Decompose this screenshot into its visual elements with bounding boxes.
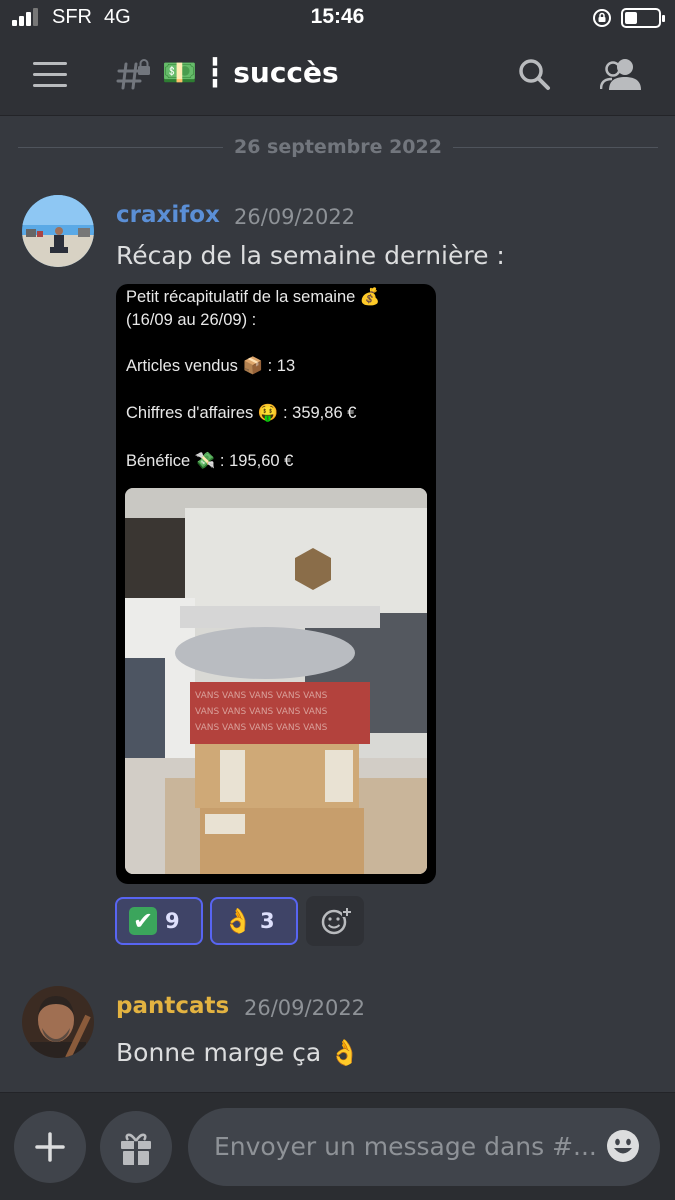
reaction-count: 3 [260, 909, 275, 933]
battery-icon [621, 8, 665, 28]
search-icon[interactable] [516, 56, 552, 92]
attachment-line: Chiffres d'affaires 🤑 : 359,86 € [126, 404, 357, 422]
attachment-line: Articles vendus 📦 : 13 [126, 357, 296, 375]
check-mark-icon: ✔ [129, 907, 157, 935]
boxes-photo: VANS VANS VANS VANS VANS VANS VANS VANS … [125, 488, 427, 874]
add-reaction-button[interactable] [306, 896, 364, 946]
message-timestamp: 26/09/2022 [244, 996, 366, 1020]
message-input-placeholder: Envoyer un message dans #... [214, 1132, 597, 1161]
message-text: Bonne marge ça 👌 [116, 1038, 361, 1067]
clock: 15:46 [310, 5, 365, 28]
locked-hash-icon [116, 59, 150, 90]
image-attachment[interactable]: Petit récapitulatif de la semaine 💰 (16/… [116, 284, 436, 884]
date-divider-label: 26 septembre 2022 [224, 136, 452, 158]
gift-button[interactable] [100, 1111, 172, 1183]
username-craxifox[interactable]: craxifox [116, 202, 220, 228]
avatar-craxifox[interactable] [22, 195, 94, 267]
status-bar: SFR 4G 15:46 [0, 0, 675, 38]
channel-title: 💵 ┇ succès [162, 56, 339, 89]
reaction-check[interactable]: ✔ 9 [115, 897, 203, 945]
ok-hand-icon: 👌 [223, 907, 253, 935]
avatar-pantcats[interactable] [22, 986, 94, 1058]
reaction-count: 9 [165, 909, 180, 933]
rotation-lock-icon [593, 9, 611, 27]
plus-icon [35, 1132, 65, 1162]
attachment-line: Bénéfice 💸 : 195,60 € [126, 452, 294, 470]
date-divider: 26 septembre 2022 [18, 136, 658, 160]
add-reaction-icon [321, 907, 352, 935]
reaction-ok-hand[interactable]: 👌 3 [210, 897, 298, 945]
attachment-line: Petit récapitulatif de la semaine 💰 [126, 288, 381, 306]
username-pantcats[interactable]: pantcats [116, 993, 229, 1019]
attachment-line: (16/09 au 26/09) : [126, 311, 257, 329]
emoji-picker-icon[interactable] [605, 1128, 641, 1164]
menu-button[interactable] [33, 62, 69, 90]
gift-icon [121, 1133, 151, 1165]
top-bar: SFR 4G 15:46 💵 ┇ succès [0, 0, 675, 116]
members-icon[interactable] [600, 56, 642, 92]
svg-text:VANS VANS VANS VANS VANS: VANS VANS VANS VANS VANS [195, 707, 328, 717]
svg-text:VANS VANS VANS VANS VANS: VANS VANS VANS VANS VANS [195, 691, 328, 701]
svg-text:VANS VANS VANS VANS VANS: VANS VANS VANS VANS VANS [195, 723, 328, 733]
add-attachment-button[interactable] [14, 1111, 86, 1183]
message-text: Récap de la semaine dernière : [116, 241, 505, 270]
message-timestamp: 26/09/2022 [234, 205, 356, 229]
